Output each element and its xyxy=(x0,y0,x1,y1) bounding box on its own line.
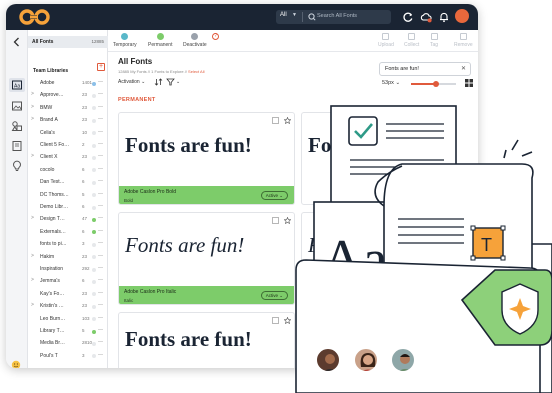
team-member-avatar-2 xyxy=(353,347,379,373)
stage: All ▼ Search All Fonts Aa All Fonts 1288… xyxy=(0,0,552,393)
team-member-avatar-3 xyxy=(390,347,416,373)
team-member-avatar-1 xyxy=(315,347,341,373)
sparkle-lines xyxy=(503,139,533,159)
decorative-illustration: Aa T xyxy=(295,105,552,393)
type-tool-glyph: T xyxy=(481,235,492,255)
